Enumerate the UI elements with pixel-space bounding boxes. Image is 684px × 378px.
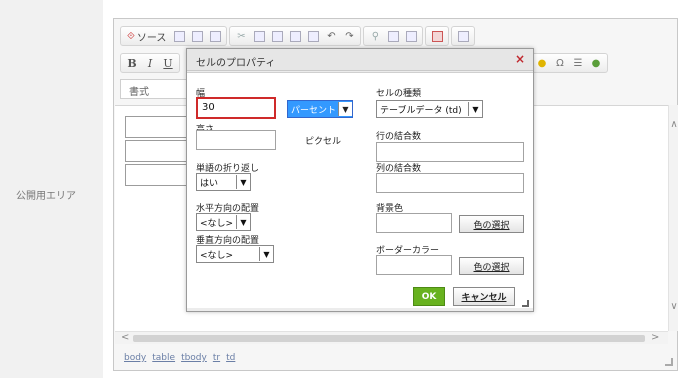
word-wrap-value: はい xyxy=(200,178,219,189)
omega-icon[interactable]: Ω xyxy=(552,55,568,71)
h-align-value: <なし> xyxy=(200,218,234,229)
source-button[interactable]: ⟐ ソース xyxy=(124,28,169,44)
path-tr[interactable]: tr xyxy=(213,353,220,363)
cell-type-label: セルの種類 xyxy=(376,89,422,99)
border-color-choose-button[interactable]: 色の選択 xyxy=(459,257,524,275)
content-table[interactable] xyxy=(125,116,189,188)
table-row[interactable] xyxy=(125,164,189,186)
cancel-button[interactable]: キャンセル xyxy=(453,287,515,306)
toolbar-group-find: ⚲ xyxy=(363,26,424,46)
table-row[interactable] xyxy=(125,116,189,138)
border-color-input[interactable] xyxy=(376,255,452,275)
scroll-right-icon[interactable]: > xyxy=(651,332,659,343)
ok-button[interactable]: OK xyxy=(413,287,445,306)
paste-word-icon[interactable] xyxy=(305,28,321,44)
underline-button[interactable]: U xyxy=(160,55,176,71)
scroll-down-icon[interactable]: ∨ xyxy=(669,301,679,312)
italic-button[interactable]: I xyxy=(142,55,158,71)
save-icon[interactable] xyxy=(171,28,187,44)
resize-handle-icon[interactable] xyxy=(665,358,673,366)
cell-type-value: テーブルデータ (td) xyxy=(380,105,462,116)
colspan-input[interactable] xyxy=(376,173,524,193)
undo-icon[interactable]: ↶ xyxy=(323,28,339,44)
horizontal-scrollbar[interactable]: < > xyxy=(115,331,668,344)
path-td[interactable]: td xyxy=(226,353,235,363)
scroll-up-icon[interactable]: ∧ xyxy=(669,119,679,130)
chevron-down-icon: ▼ xyxy=(259,247,273,261)
dialog-title: セルのプロパティ xyxy=(196,58,276,69)
bg-color-input[interactable] xyxy=(376,213,452,233)
copy-icon[interactable] xyxy=(251,28,267,44)
chevron-down-icon: ▼ xyxy=(236,215,250,229)
paste-icon[interactable] xyxy=(269,28,285,44)
preview-icon[interactable] xyxy=(207,28,223,44)
smiley-icon[interactable]: ● xyxy=(534,55,550,71)
globe-icon[interactable]: ● xyxy=(588,55,604,71)
source-icon: ⟐ xyxy=(127,30,135,42)
dialog-titlebar[interactable]: セルのプロパティ × xyxy=(187,49,533,71)
scroll-thumb[interactable] xyxy=(133,335,645,342)
scroll-left-icon[interactable]: < xyxy=(121,332,129,343)
paste-text-icon[interactable] xyxy=(287,28,303,44)
dialog-body: 幅 30 パーセント ▼ 高さ ピクセル 単語の折り返し はい ▼ 水平方向の配… xyxy=(187,72,533,308)
bold-button[interactable]: B xyxy=(124,55,140,71)
redo-icon[interactable]: ↷ xyxy=(341,28,357,44)
youtube-icon[interactable] xyxy=(429,28,445,44)
toolbar-row-1: ⟐ ソース ✂ ↶ ↷ ⚲ xyxy=(120,25,476,47)
height-unit-text: ピクセル xyxy=(305,137,342,147)
toolbar-group-media xyxy=(425,26,450,46)
element-path: body table tbody tr td xyxy=(124,353,235,363)
v-align-value: <なし> xyxy=(200,250,234,261)
h-align-select[interactable]: <なし> ▼ xyxy=(196,213,251,231)
v-align-select[interactable]: <なし> ▼ xyxy=(196,245,274,263)
format-select[interactable]: 書式 xyxy=(120,79,190,99)
path-tbody[interactable]: tbody xyxy=(181,353,207,363)
path-table[interactable]: table xyxy=(152,353,175,363)
new-page-icon[interactable] xyxy=(189,28,205,44)
toolbar-group-style: B I U xyxy=(120,53,180,73)
width-unit-value: パーセント xyxy=(291,105,337,116)
chevron-down-icon: ▼ xyxy=(236,175,250,189)
replace-icon[interactable] xyxy=(385,28,401,44)
height-input[interactable] xyxy=(196,130,276,150)
rowspan-input[interactable] xyxy=(376,142,524,162)
close-icon[interactable]: × xyxy=(515,52,525,66)
width-input[interactable]: 30 xyxy=(196,97,276,119)
dialog-resize-icon[interactable] xyxy=(522,300,529,307)
vertical-scrollbar[interactable]: ∧ ∨ xyxy=(668,105,678,331)
select-all-icon[interactable] xyxy=(403,28,419,44)
find-icon[interactable]: ⚲ xyxy=(367,28,383,44)
chevron-down-icon: ▼ xyxy=(338,102,352,116)
toolbar-group-maximize xyxy=(451,26,476,46)
word-wrap-select[interactable]: はい ▼ xyxy=(196,173,251,191)
cell-properties-dialog: セルのプロパティ × 幅 30 パーセント ▼ 高さ ピクセル 単語の折り返し … xyxy=(186,48,534,312)
list-icon[interactable]: ☰ xyxy=(570,55,586,71)
toolbar-group-source: ⟐ ソース xyxy=(120,26,228,46)
table-row[interactable] xyxy=(125,140,189,162)
public-area-label: 公開用エリア xyxy=(16,191,76,202)
cell-type-select[interactable]: テーブルデータ (td) ▼ xyxy=(376,100,483,118)
toolbar-group-clipboard: ✂ ↶ ↷ xyxy=(229,26,362,46)
path-body[interactable]: body xyxy=(124,353,146,363)
bg-color-choose-button[interactable]: 色の選択 xyxy=(459,215,524,233)
chevron-down-icon: ▼ xyxy=(468,102,482,116)
source-label: ソース xyxy=(136,32,167,44)
cut-icon[interactable]: ✂ xyxy=(233,28,249,44)
rowspan-label: 行の結合数 xyxy=(376,132,422,142)
width-unit-select[interactable]: パーセント ▼ xyxy=(287,100,353,118)
maximize-icon[interactable] xyxy=(455,28,471,44)
left-panel: 公開用エリア xyxy=(0,0,103,378)
